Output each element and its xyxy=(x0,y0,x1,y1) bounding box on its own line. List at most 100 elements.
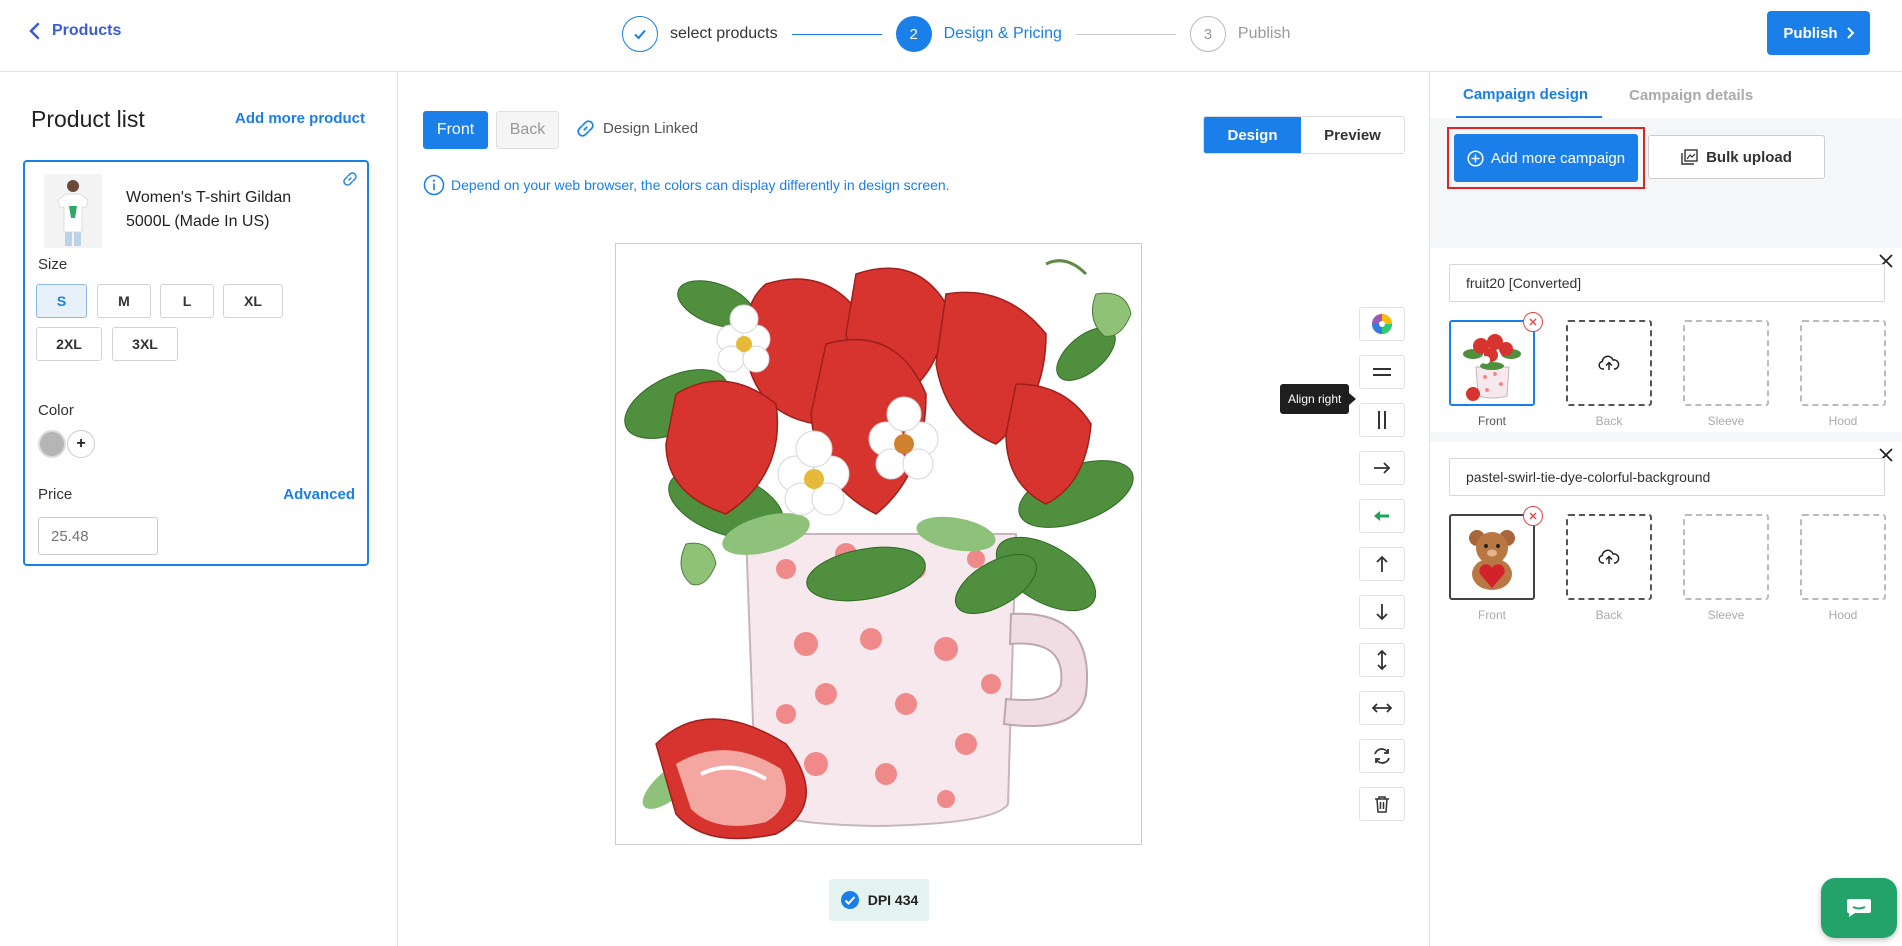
stretch-horizontal-icon[interactable] xyxy=(1359,691,1405,725)
size-label: Size xyxy=(38,256,68,273)
price-input[interactable] xyxy=(38,517,158,555)
publish-label: Publish xyxy=(1783,24,1838,42)
remove-design-icon[interactable] xyxy=(1523,506,1543,526)
sleeve-slot xyxy=(1683,514,1769,600)
chat-icon xyxy=(1847,899,1871,917)
campaign-tabs: Campaign design Campaign details xyxy=(1456,72,1760,118)
stretch-vertical-icon[interactable] xyxy=(1359,643,1405,677)
size-option-3xl[interactable]: 3XL xyxy=(112,327,178,361)
align-center-vertical-icon[interactable] xyxy=(1359,403,1405,437)
slot-label-sleeve: Sleeve xyxy=(1707,414,1745,428)
size-option-l[interactable]: L xyxy=(160,284,214,318)
back-to-products-link[interactable]: Products xyxy=(28,22,121,40)
trash-icon[interactable] xyxy=(1359,787,1405,821)
remove-design-icon[interactable] xyxy=(1523,312,1543,332)
align-left-icon[interactable] xyxy=(1359,499,1405,533)
rotate-icon[interactable] xyxy=(1359,739,1405,773)
align-right-icon[interactable] xyxy=(1359,451,1405,485)
size-option-s[interactable]: S xyxy=(36,284,87,318)
step-number: 3 xyxy=(1189,16,1226,52)
size-option-2xl[interactable]: 2XL xyxy=(36,327,102,361)
publish-button[interactable]: Publish xyxy=(1767,11,1870,55)
design-linked-toggle[interactable]: Design Linked xyxy=(577,120,698,137)
strawberry-thumbnail xyxy=(1463,334,1521,401)
front-design-slot[interactable] xyxy=(1449,506,1543,600)
info-icon xyxy=(423,174,445,196)
chevron-right-icon xyxy=(1846,27,1854,39)
step-publish[interactable]: 3 Publish xyxy=(1189,16,1291,52)
align-bottom-icon[interactable] xyxy=(1359,595,1405,629)
align-right-tooltip: Align right xyxy=(1280,384,1357,414)
color-label: Color xyxy=(38,402,74,419)
price-label: Price xyxy=(38,486,73,503)
campaign-name-field[interactable]: fruit20 [Converted] xyxy=(1449,264,1885,302)
hood-slot xyxy=(1800,320,1886,406)
step-design-pricing[interactable]: 2 Design & Pricing xyxy=(895,16,1062,52)
stepper: select products 2 Design & Pricing 3 Pub… xyxy=(622,15,1290,53)
design-canvas[interactable] xyxy=(615,243,1142,845)
app-root: Products select products 2 Design & Pric… xyxy=(0,0,1902,946)
link-icon xyxy=(577,120,594,137)
back-upload-slot[interactable] xyxy=(1566,320,1652,406)
notice-text: Depend on your web browser, the colors c… xyxy=(451,177,950,193)
bulk-upload-label: Bulk upload xyxy=(1706,148,1792,166)
add-more-campaign-button[interactable]: Add more campaign xyxy=(1454,134,1638,182)
product-list-panel: Product list Add more product Women's T-… xyxy=(0,72,398,946)
slot-label-back: Back xyxy=(1595,414,1623,428)
product-card[interactable]: Women's T-shirt Gildan 5000L (Made In US… xyxy=(23,160,369,566)
link-icon[interactable] xyxy=(343,172,357,186)
step-connector xyxy=(791,33,882,35)
sleeve-slot xyxy=(1683,320,1769,406)
back-label: Products xyxy=(52,22,122,39)
step-label: Design & Pricing xyxy=(943,25,1062,42)
cloud-upload-icon xyxy=(1598,355,1620,370)
images-icon xyxy=(1681,149,1698,165)
campaign-card: fruit20 [Converted] Front Back Sleeve Ho… xyxy=(1430,248,1902,432)
check-circle-icon xyxy=(840,891,859,909)
bulk-upload-button[interactable]: Bulk upload xyxy=(1648,135,1825,179)
chat-widget-button[interactable] xyxy=(1821,878,1897,938)
product-name: Women's T-shirt Gildan 5000L (Made In US… xyxy=(126,189,292,230)
strawberry-mug-artwork[interactable] xyxy=(616,244,1142,845)
slot-label-hood: Hood xyxy=(1828,414,1858,428)
align-center-horizontal-icon[interactable] xyxy=(1359,355,1405,389)
campaign-name-field[interactable]: pastel-swirl-tie-dye-colorful-background xyxy=(1449,458,1885,496)
design-editor: Front Back Design Linked Design Preview … xyxy=(399,72,1429,946)
step-select-products[interactable]: select products xyxy=(622,16,778,52)
campaign-card: pastel-swirl-tie-dye-colorful-background xyxy=(1430,442,1902,642)
chevron-left-icon xyxy=(29,22,40,40)
add-campaign-label: Add more campaign xyxy=(1490,149,1626,167)
tab-campaign-details[interactable]: Campaign details xyxy=(1622,72,1760,118)
advanced-pricing-link[interactable]: Advanced xyxy=(283,486,355,503)
color-wheel-icon[interactable] xyxy=(1359,307,1405,341)
dpi-label: DPI 434 xyxy=(867,892,919,908)
back-side-button[interactable]: Back xyxy=(496,111,559,149)
campaign-panel: Campaign design Campaign details Add mor… xyxy=(1429,72,1902,946)
slot-label-back: Back xyxy=(1595,608,1623,622)
tab-campaign-design[interactable]: Campaign design xyxy=(1456,72,1602,118)
front-side-button[interactable]: Front xyxy=(423,111,488,149)
plus-circle-icon xyxy=(1467,149,1484,167)
color-notice: Depend on your web browser, the colors c… xyxy=(423,174,950,196)
slot-label-front: Front xyxy=(1477,608,1506,622)
cloud-upload-icon xyxy=(1598,549,1620,564)
add-more-product-link[interactable]: Add more product xyxy=(235,110,365,127)
design-linked-label: Design Linked xyxy=(603,120,699,137)
step-connector xyxy=(1075,33,1176,35)
size-option-m[interactable]: M xyxy=(97,284,151,318)
front-design-slot[interactable] xyxy=(1449,312,1543,406)
campaign-design-body: Add more campaign Bulk upload fruit20 [C… xyxy=(1430,118,1902,642)
align-top-icon[interactable] xyxy=(1359,547,1405,581)
slot-label-front: Front xyxy=(1477,414,1506,428)
step-label: select products xyxy=(670,25,778,42)
back-upload-slot[interactable] xyxy=(1566,514,1652,600)
hood-slot xyxy=(1800,514,1886,600)
add-color-button[interactable]: + xyxy=(67,430,95,458)
preview-mode-button[interactable]: Preview xyxy=(1301,117,1404,153)
size-option-xl[interactable]: XL xyxy=(223,284,283,318)
step-label: Publish xyxy=(1237,25,1291,42)
step-number: 2 xyxy=(895,16,932,52)
design-mode-button[interactable]: Design xyxy=(1204,117,1301,153)
add-campaign-highlight: Add more campaign xyxy=(1447,127,1645,189)
color-swatch-gray[interactable] xyxy=(38,430,66,458)
